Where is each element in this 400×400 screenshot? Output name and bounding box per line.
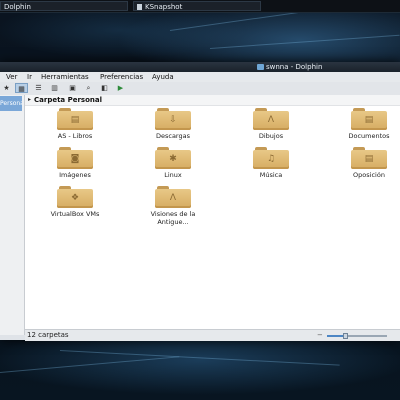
folder-item[interactable]: ▤ Documentos <box>334 108 400 148</box>
dolphin-window: swnna - Dolphin Ver Ir Herramientas Pref… <box>0 62 400 341</box>
folder-item[interactable]: Λ Dibujos <box>236 108 306 148</box>
folder-label: Documentos <box>348 132 390 140</box>
menubar: Ver Ir Herramientas Preferencias Ayuda <box>0 72 400 82</box>
document-folder-icon: ▤ <box>351 147 387 169</box>
terminal-icon[interactable]: ▶ <box>114 83 127 93</box>
split-icon[interactable]: ◧ <box>98 83 111 93</box>
folder-item[interactable]: ♫ Música <box>236 147 306 187</box>
drawing-folder-icon: Λ <box>155 186 191 208</box>
folder-item[interactable]: ◙ Imágenes <box>40 147 110 187</box>
document-folder-icon: ▤ <box>57 108 93 130</box>
task-label: Dolphin <box>4 3 31 11</box>
columns-view-icon[interactable]: ▥ <box>48 83 61 93</box>
details-view-icon[interactable]: ☰ <box>32 83 45 93</box>
status-text: 12 carpetas <box>27 331 69 339</box>
image-folder-icon: ◙ <box>57 147 93 169</box>
dolphin-icon <box>257 64 264 70</box>
taskbar: Dolphin KSnapshot <box>0 0 400 13</box>
zoom-slider[interactable] <box>327 333 387 339</box>
toolbar: ★ ▦ ☰ ▥ ▣ ⌕ ◧ ▶ <box>0 82 400 96</box>
folder-label: VirtualBox VMs <box>50 210 100 218</box>
breadcrumb: ▸ Carpeta Personal <box>25 95 400 106</box>
folder-label: Imágenes <box>59 171 91 179</box>
folder-label: Música <box>259 171 283 179</box>
folder-item[interactable]: ❖ VirtualBox VMs <box>40 186 110 226</box>
menu-ver[interactable]: Ver <box>6 72 17 82</box>
file-view: ▸ Carpeta Personal ▤ AS - Libros ⇩ Desca… <box>25 95 400 329</box>
window-title: swnna - Dolphin <box>266 63 323 71</box>
icons-view-icon[interactable]: ▦ <box>15 83 28 93</box>
task-ksnapshot[interactable]: KSnapshot <box>133 1 261 11</box>
folder-label: Visiones de la Antigue... <box>150 210 196 226</box>
folder-label: Linux <box>164 171 182 179</box>
folder-item[interactable]: ✱ Linux <box>138 147 208 187</box>
folder-label: AS - Libros <box>57 132 93 140</box>
folder-label: Dibujos <box>258 132 284 140</box>
breadcrumb-home[interactable]: Carpeta Personal <box>34 95 102 105</box>
zoom-out-icon[interactable]: − <box>317 330 323 341</box>
window-titlebar[interactable]: swnna - Dolphin <box>0 62 400 72</box>
menu-ir[interactable]: Ir <box>27 72 32 82</box>
document-folder-icon: ▤ <box>351 108 387 130</box>
menu-preferencias[interactable]: Preferencias <box>100 72 143 82</box>
music-folder-icon: ♫ <box>253 147 289 169</box>
places-sidebar: Personal <box>0 95 25 335</box>
sidebar-item-personal[interactable]: Personal <box>0 96 22 111</box>
drawing-folder-icon: Λ <box>253 108 289 130</box>
ksnapshot-icon <box>137 4 142 10</box>
folder-item[interactable]: ⇩ Descargas <box>138 108 208 148</box>
star-icon[interactable]: ★ <box>0 83 13 93</box>
folder-label: Descargas <box>155 132 190 140</box>
folder-label: Oposición <box>353 171 385 179</box>
folder-item[interactable]: Λ Visiones de la Antigue... <box>138 186 208 226</box>
task-dolphin[interactable]: Dolphin <box>0 1 128 11</box>
virtualbox-folder-icon: ❖ <box>57 186 93 208</box>
menu-herramientas[interactable]: Herramientas <box>41 72 89 82</box>
download-folder-icon: ⇩ <box>155 108 191 130</box>
chevron-right-icon[interactable]: ▸ <box>28 95 31 105</box>
task-label: KSnapshot <box>145 3 183 11</box>
linux-folder-icon: ✱ <box>155 147 191 169</box>
statusbar: 12 carpetas − <box>25 329 400 341</box>
zoom-slider-handle[interactable] <box>343 333 348 339</box>
menu-ayuda[interactable]: Ayuda <box>152 72 174 82</box>
folder-item[interactable]: ▤ AS - Libros <box>40 108 110 148</box>
search-icon[interactable]: ⌕ <box>82 83 95 93</box>
preview-icon[interactable]: ▣ <box>66 83 79 93</box>
folder-item[interactable]: ▤ Oposición <box>334 147 400 187</box>
